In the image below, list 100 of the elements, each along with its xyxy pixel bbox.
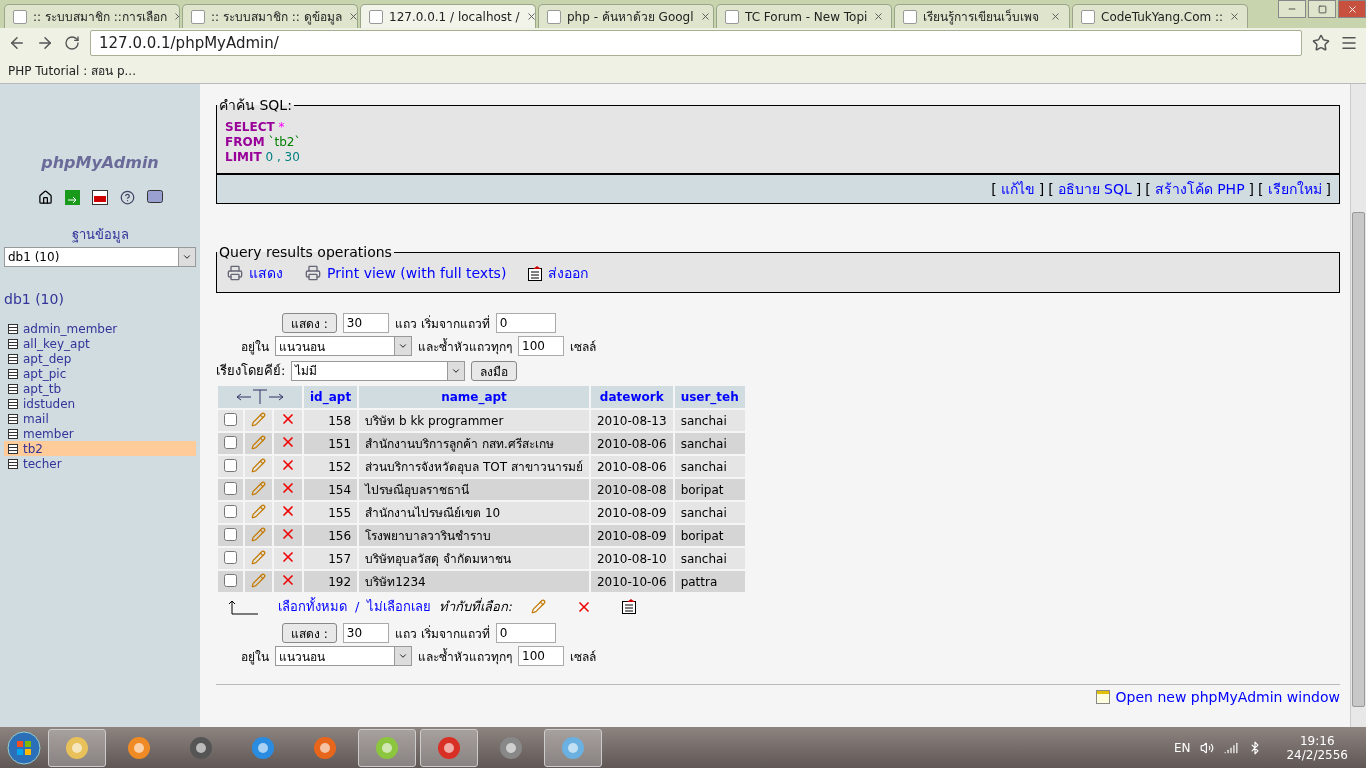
caret-icon[interactable] <box>398 651 408 661</box>
row-checkbox[interactable] <box>224 504 237 518</box>
delete-icon[interactable] <box>280 411 296 427</box>
sql-link[interactable]: อธิบาย SQL <box>1057 178 1132 200</box>
volume-icon[interactable] <box>1200 740 1215 755</box>
table-item[interactable]: admin_member <box>4 321 196 336</box>
uncheck-all-link[interactable]: ไม่เลือกเลย <box>367 596 432 617</box>
row-checkbox[interactable] <box>224 550 237 564</box>
table-item[interactable]: idstuden <box>4 396 196 411</box>
help-icon[interactable] <box>119 190 135 206</box>
browser-tab[interactable]: CodeTukYang.Com :: <box>1072 4 1248 28</box>
row-checkbox[interactable] <box>224 527 237 541</box>
start-field[interactable]: 0 <box>495 623 556 643</box>
bookmark[interactable]: PHP Tutorial : สอน p... <box>8 61 136 80</box>
sql-link[interactable]: เรียกใหม่ <box>1267 178 1322 200</box>
row-checkbox[interactable] <box>224 573 237 587</box>
go-button[interactable]: ลงมือ <box>471 360 518 381</box>
edit-icon[interactable] <box>530 599 546 614</box>
table-item[interactable]: all_key_apt <box>4 336 196 351</box>
browser-tab[interactable]: :: ระบบสมาชิก :: ดูข้อมูล <box>182 4 358 28</box>
browser-tab[interactable]: 127.0.0.1 / localhost / <box>360 4 536 28</box>
operation-link[interactable]: Print view (with full texts) <box>305 262 507 284</box>
star-icon[interactable] <box>1312 34 1330 52</box>
close-icon[interactable] <box>873 11 885 22</box>
menu-icon[interactable] <box>1340 34 1358 52</box>
browser-tab[interactable]: TC Forum - New Topi <box>716 4 892 28</box>
delete-icon[interactable] <box>280 457 296 473</box>
taskbar-app[interactable] <box>358 728 416 767</box>
table-item[interactable]: apt_pic <box>4 366 196 381</box>
bracket: ] <box>1038 181 1045 197</box>
taskbar-app[interactable] <box>48 728 106 767</box>
edit-icon[interactable] <box>251 549 266 565</box>
database-link[interactable]: db1 (10) <box>4 291 64 307</box>
delete-icon[interactable] <box>280 572 296 588</box>
home-icon[interactable] <box>37 190 53 206</box>
row-checkbox[interactable] <box>224 412 237 426</box>
row-checkbox[interactable] <box>224 458 237 472</box>
edit-icon[interactable] <box>251 526 266 542</box>
taskbar-app[interactable] <box>420 728 478 767</box>
sql-link[interactable]: แก้ไข <box>1000 178 1035 200</box>
edit-icon[interactable] <box>251 480 266 496</box>
table-item[interactable]: tb2 <box>4 441 196 456</box>
start-field[interactable]: 0 <box>495 313 556 333</box>
show-button[interactable]: แสดง : <box>282 313 337 333</box>
mode-select[interactable]: แนวนอน <box>275 646 412 666</box>
signal-icon[interactable] <box>1224 740 1239 755</box>
database-select[interactable]: db1 (10) <box>4 247 196 267</box>
scrollbar[interactable] <box>1350 84 1366 727</box>
sort-select[interactable]: ไม่มี <box>291 360 466 381</box>
delete-icon[interactable] <box>280 434 296 450</box>
edit-icon[interactable] <box>251 503 266 519</box>
operation-link[interactable]: ส่งออก <box>528 262 589 284</box>
delete-icon[interactable] <box>280 526 296 542</box>
close-icon[interactable] <box>1229 11 1241 22</box>
caret-icon[interactable] <box>182 252 192 262</box>
start-button[interactable] <box>4 728 44 767</box>
column-header[interactable]: name_apt <box>441 390 507 404</box>
export-icon[interactable] <box>621 599 636 614</box>
close-icon[interactable] <box>525 11 535 22</box>
delete-icon[interactable] <box>280 549 296 565</box>
close-icon[interactable] <box>699 11 711 22</box>
close-icon[interactable] <box>1050 11 1061 22</box>
rows-field[interactable]: 30 <box>342 313 389 333</box>
sql-link[interactable]: สร้างโค้ด PHP <box>1154 178 1245 200</box>
browser-tab[interactable]: php - ค้นหาด้วย Googl <box>538 4 714 28</box>
delete-icon[interactable] <box>280 480 296 496</box>
address-field[interactable]: 127.0.0.1/phpMyAdmin/ <box>90 30 1302 56</box>
table-item[interactable]: apt_tb <box>4 381 196 396</box>
back-icon[interactable] <box>8 34 26 52</box>
edit-icon[interactable] <box>251 434 266 450</box>
edit-icon[interactable] <box>251 457 266 473</box>
taskbar-app[interactable] <box>544 728 602 767</box>
row-checkbox[interactable] <box>224 481 237 495</box>
minimize-button[interactable] <box>1278 0 1306 18</box>
language-indicator[interactable]: EN <box>1173 740 1191 755</box>
table-item[interactable]: apt_dep <box>4 351 196 366</box>
show-button[interactable]: แสดง : <box>282 623 337 643</box>
rows-field[interactable]: 30 <box>342 623 389 643</box>
browser-tab[interactable]: เรียนรู้การเขียนเว็บเพจ <box>894 4 1070 28</box>
close-icon[interactable] <box>347 11 357 22</box>
caret-icon[interactable] <box>398 341 408 351</box>
reload-icon[interactable] <box>64 35 80 51</box>
repeat-field[interactable]: 100 <box>518 336 564 356</box>
forward-icon[interactable] <box>36 34 54 52</box>
delete-icon[interactable] <box>280 503 296 519</box>
mode-select[interactable]: แนวนอน <box>275 336 412 356</box>
row-checkbox[interactable] <box>224 435 237 449</box>
exit-icon[interactable] <box>64 190 80 206</box>
operation-link[interactable]: แสดง <box>227 262 283 284</box>
browser-tab[interactable]: :: ระบบสมาชิก ::การเลือก <box>4 4 180 28</box>
repeat-field[interactable]: 100 <box>518 646 564 666</box>
open-window-link[interactable]: Open new phpMyAdmin window <box>1095 689 1340 705</box>
table-item[interactable]: member <box>4 426 196 441</box>
maximize-button[interactable] <box>1308 0 1336 18</box>
edit-icon[interactable] <box>251 572 266 588</box>
table-item[interactable]: techer <box>4 456 196 471</box>
check-all-link[interactable]: เลือกทั้งหมด <box>278 596 347 617</box>
table-item[interactable]: mail <box>4 411 196 426</box>
clock[interactable]: 19:16 24/2/2556 <box>1272 733 1362 762</box>
edit-icon[interactable] <box>251 411 266 427</box>
